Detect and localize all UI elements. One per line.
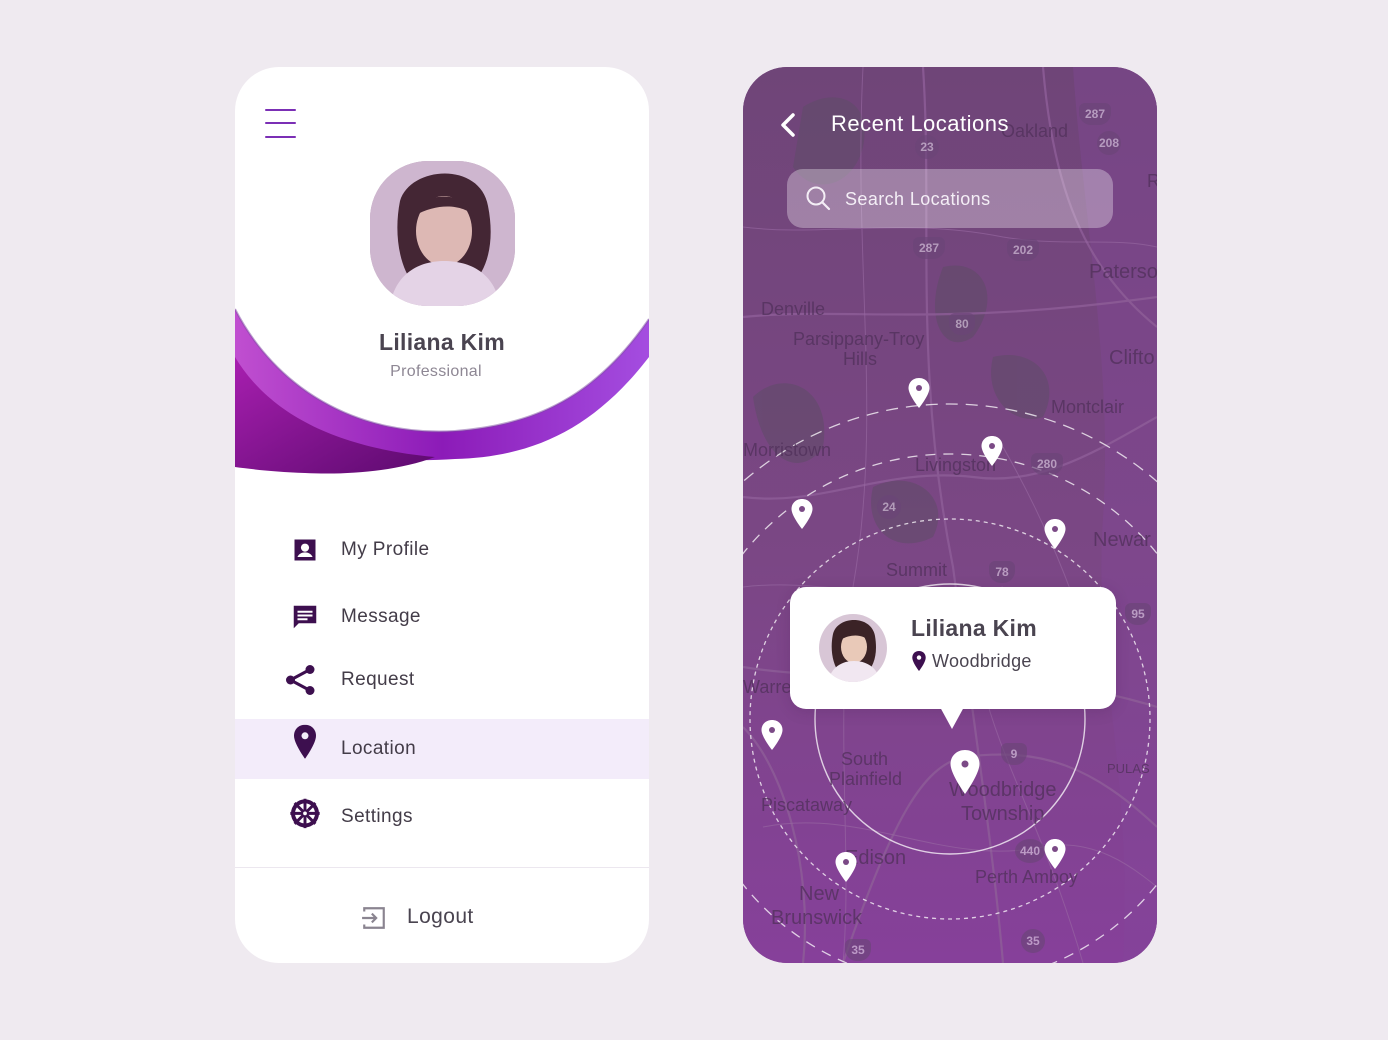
menu-screen: Liliana Kim Professional My Profile Mess… xyxy=(235,67,649,963)
map-pin-icon[interactable] xyxy=(761,720,783,750)
logout-icon xyxy=(361,905,389,933)
search-input[interactable] xyxy=(843,169,1097,230)
road-shield: 202 xyxy=(1007,239,1039,261)
map-label: Newar xyxy=(1093,529,1151,551)
map-label: Piscataway xyxy=(761,795,853,815)
road-shield: 35 xyxy=(1021,929,1045,953)
map-label: Paterso xyxy=(1089,261,1157,283)
road-shield: 9 xyxy=(1001,743,1027,765)
map-label: Denville xyxy=(761,299,826,319)
map-label: R xyxy=(1147,171,1157,191)
map-label: Parsippany-Troy xyxy=(793,329,925,349)
map-pin-icon[interactable] xyxy=(981,436,1003,466)
profile-role: Professional xyxy=(390,363,482,380)
road-shield: 78 xyxy=(989,561,1015,583)
divider xyxy=(235,867,649,868)
menu-item-label: My Profile xyxy=(341,539,430,560)
menu-item-settings[interactable]: Settings xyxy=(235,787,649,847)
map-label: New xyxy=(799,883,840,905)
menu-item-label: Location xyxy=(341,738,417,759)
back-button[interactable] xyxy=(777,111,801,139)
menu-item-label: Request xyxy=(341,669,415,690)
selected-location-pin-icon[interactable] xyxy=(950,750,980,794)
road-shield: 35 xyxy=(845,939,871,961)
road-shield: 280 xyxy=(1031,453,1063,475)
location-pin-icon xyxy=(287,724,323,760)
map-label: Plainfield xyxy=(829,769,903,789)
card-location-name: Woodbridge xyxy=(932,651,1032,671)
account-box-icon xyxy=(287,532,323,568)
avatar xyxy=(819,614,887,682)
road-shield: 95 xyxy=(1125,603,1151,625)
settings-wheel-icon xyxy=(287,795,323,831)
chevron-left-icon xyxy=(781,113,795,137)
map-pin-icon[interactable] xyxy=(908,378,930,408)
road-shield: 24 xyxy=(877,495,901,519)
card-person-name: Liliana Kim xyxy=(911,615,1037,641)
card-pointer xyxy=(940,707,964,729)
profile-avatar[interactable] xyxy=(370,161,515,306)
map-label: Montclair xyxy=(1051,397,1125,417)
profile-name: Liliana Kim xyxy=(379,329,505,355)
map-label: Morristown xyxy=(743,440,832,460)
search-bar[interactable] xyxy=(787,169,1113,230)
menu-item-request[interactable]: Request xyxy=(235,650,649,710)
share-icon xyxy=(283,662,319,698)
page-title: Recent Locations xyxy=(831,111,1009,136)
menu-item-my-profile[interactable]: My Profile xyxy=(235,520,649,580)
map-label: Oakland xyxy=(1001,121,1069,141)
map-pin-icon[interactable] xyxy=(791,499,813,529)
logout-button[interactable]: Logout xyxy=(361,895,541,941)
map-label: Clifto xyxy=(1109,347,1155,369)
road-shield: 208 xyxy=(1097,131,1121,155)
search-icon xyxy=(805,185,831,211)
message-icon xyxy=(287,599,323,635)
map-label: Summit xyxy=(886,560,948,580)
map-pin-icon[interactable] xyxy=(1044,519,1066,549)
road-shield: 23 xyxy=(915,135,939,159)
road-shield: 80 xyxy=(949,313,975,335)
map-label: Brunswick xyxy=(771,907,863,929)
menu-item-label: Message xyxy=(341,606,421,627)
map-pin-icon[interactable] xyxy=(1044,839,1066,869)
map-label: PULAS xyxy=(1107,761,1150,776)
hamburger-menu-icon[interactable] xyxy=(265,109,296,139)
road-shield: 287 xyxy=(913,237,945,259)
map-screen: Oakland Paterso Denville Parsippany-Troy… xyxy=(743,67,1157,963)
map-label: Perth Amboy xyxy=(975,867,1079,887)
map-label: South xyxy=(841,749,889,769)
road-shield: 287 xyxy=(1079,103,1111,125)
map-pin-icon[interactable] xyxy=(835,852,857,882)
decorative-wave xyxy=(235,308,649,474)
menu-item-message[interactable]: Message xyxy=(235,587,649,647)
location-info-card[interactable]: Liliana Kim Woodbridge xyxy=(790,587,1116,729)
map-label: Township xyxy=(961,803,1045,825)
logout-label: Logout xyxy=(407,905,474,928)
map-label: Hills xyxy=(843,349,877,369)
road-shield: 440 xyxy=(1015,839,1045,863)
menu-item-location[interactable]: Location xyxy=(235,719,649,779)
menu-item-label: Settings xyxy=(341,806,413,827)
location-pin-icon xyxy=(912,651,926,671)
